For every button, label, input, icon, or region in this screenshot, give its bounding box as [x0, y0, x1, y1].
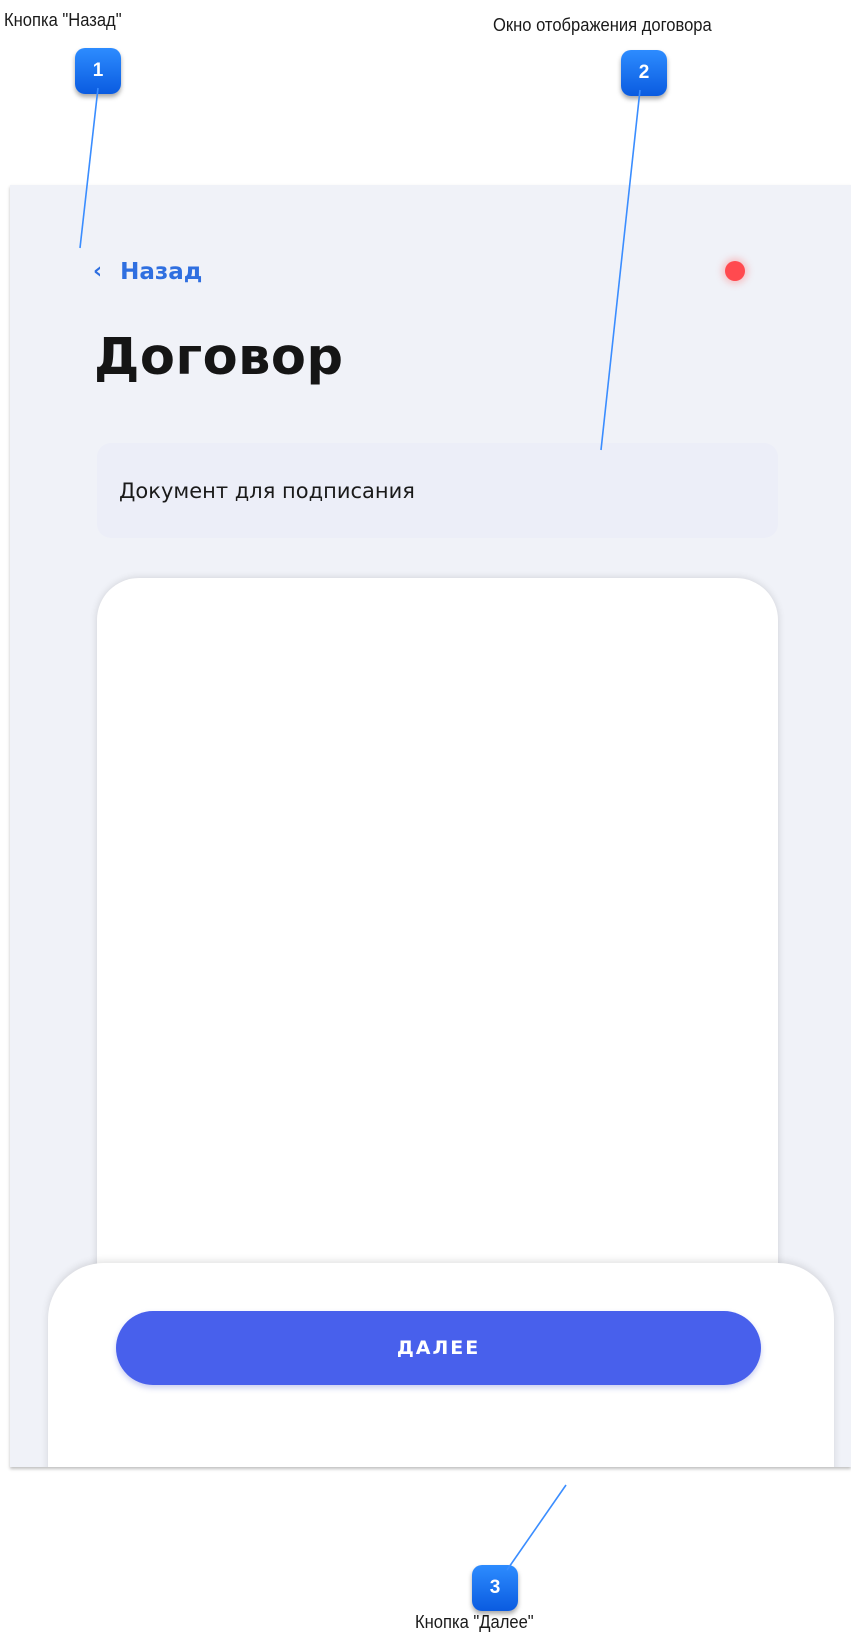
callout-line-3: [506, 1484, 567, 1571]
back-button-label: Назад: [120, 259, 203, 285]
next-button[interactable]: ДАЛЕЕ: [116, 1311, 761, 1385]
status-indicator: [725, 261, 745, 281]
next-button-label: ДАЛЕЕ: [396, 1337, 481, 1359]
back-button[interactable]: ‹ Назад: [93, 259, 202, 285]
chevron-left-icon: ‹: [93, 259, 103, 284]
callout-marker-3: 3: [472, 1565, 518, 1611]
callout-label-document-window: Окно отображения договора: [493, 15, 712, 35]
document-header: Документ для подписания: [97, 443, 778, 538]
page-title: Договор: [94, 328, 344, 387]
callout-label-back: Кнопка "Назад": [4, 10, 122, 30]
bottom-panel: ДАЛЕЕ: [48, 1263, 834, 1467]
callout-marker-2: 2: [621, 50, 667, 96]
document-header-label: Документ для подписания: [119, 478, 415, 503]
callout-marker-1: 1: [75, 48, 121, 94]
app-screen: ‹ Назад Договор Документ для подписания …: [10, 185, 851, 1467]
callout-label-next: Кнопка "Далее": [415, 1612, 534, 1632]
